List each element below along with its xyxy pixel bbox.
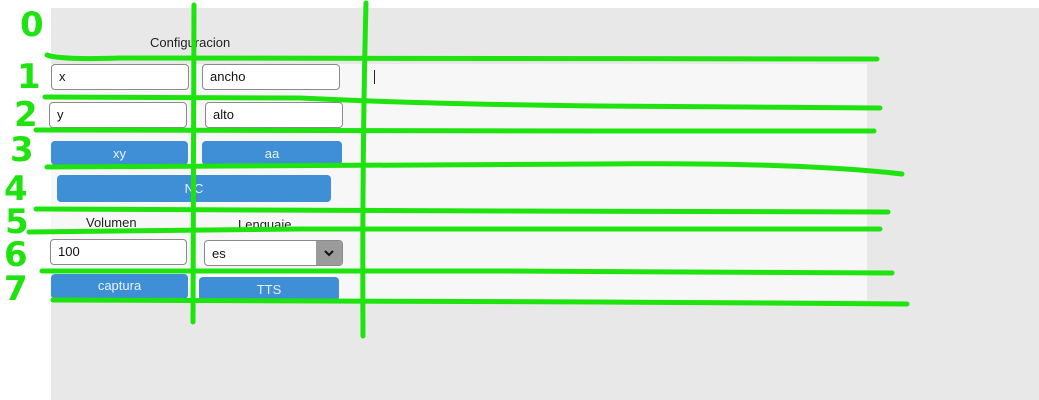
annotation-label: 0 [20,5,44,45]
annotation-line [50,297,910,307]
annotation-label: 2 [14,95,38,135]
annotation-line [44,161,905,177]
annotation-line [190,2,197,325]
annotation-line [26,226,883,235]
annotation-line [33,206,891,215]
annotation-label: 6 [4,235,28,275]
annotation-label: 4 [4,169,28,209]
annotation-grid [26,0,910,339]
annotation-line [33,127,877,134]
annotation-label: 1 [17,57,41,97]
annotation-label: 3 [10,130,34,170]
annotation-label: 7 [4,269,28,309]
annotation-line [360,0,369,339]
annotation-line [39,268,895,276]
annotation-line [42,94,883,111]
annotation-label: 5 [5,202,29,242]
annotation-line [44,52,880,62]
